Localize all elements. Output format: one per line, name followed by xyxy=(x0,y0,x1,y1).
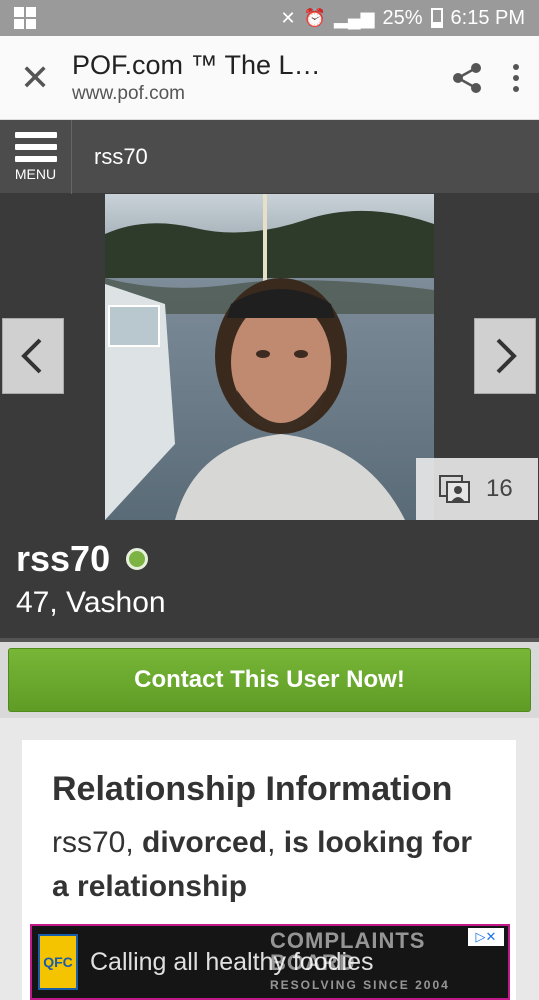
next-photo-button[interactable] xyxy=(474,318,536,394)
relationship-status: divorced xyxy=(142,826,268,859)
photo-count: 16 xyxy=(486,475,513,502)
relationship-text: rss70, divorced, is looking for a relati… xyxy=(52,826,473,903)
relationship-username: rss70 xyxy=(52,826,126,859)
ad-logo: QFC xyxy=(38,934,78,990)
age-location: 47, Vashon xyxy=(16,586,166,619)
status-bar: ✕ ⏰ ▂▄▆ 25% 6:15 PM xyxy=(0,0,539,36)
share-icon[interactable] xyxy=(449,60,485,96)
menu-username: rss70 xyxy=(94,143,148,169)
username-text: rss70 xyxy=(16,538,111,579)
photo-count-badge[interactable]: 16 xyxy=(416,458,538,520)
ad-choices-close-icon[interactable]: ▷✕ xyxy=(468,928,504,946)
hamburger-icon xyxy=(14,131,57,162)
battery-icon xyxy=(430,8,443,28)
photos-icon xyxy=(439,475,470,503)
browser-toolbar: ✕ POF.com ™ The L… www.pof.com xyxy=(0,36,539,120)
profile-photo-image xyxy=(105,194,434,520)
chevron-right-icon xyxy=(496,338,517,374)
contact-section: Contact This User Now! xyxy=(0,638,539,718)
close-icon[interactable]: ✕ xyxy=(20,59,60,96)
contact-user-button[interactable]: Contact This User Now! xyxy=(8,648,531,712)
menu-button[interactable]: MENU xyxy=(0,119,72,194)
profile-header: 16 rss70 47, Vashon xyxy=(0,194,539,638)
page-title: POF.com ™ The L… xyxy=(72,50,321,80)
site-menu-bar: MENU rss70 xyxy=(0,119,539,194)
online-status-icon xyxy=(126,548,149,570)
mute-icon: ✕ xyxy=(280,7,296,28)
watermark: COMPLAINTS BOARD RESOLVING SINCE 2004 xyxy=(270,928,450,993)
clock: 6:15 PM xyxy=(450,6,525,29)
signal-icon: ▂▄▆ xyxy=(334,7,375,28)
menu-label: MENU xyxy=(14,165,57,182)
profile-photo[interactable] xyxy=(105,194,434,520)
relationship-heading: Relationship Information xyxy=(52,770,453,808)
more-options-icon[interactable] xyxy=(513,63,519,92)
alarm-icon: ⏰ xyxy=(303,7,327,28)
windows-logo-icon xyxy=(14,7,36,29)
chevron-left-icon xyxy=(21,338,42,374)
battery-percent: 25% xyxy=(382,6,423,29)
previous-photo-button[interactable] xyxy=(2,318,64,394)
tab-title-block: POF.com ™ The L… www.pof.com xyxy=(72,50,449,105)
profile-username: rss70 xyxy=(16,538,149,580)
page-url[interactable]: www.pof.com xyxy=(72,83,449,105)
